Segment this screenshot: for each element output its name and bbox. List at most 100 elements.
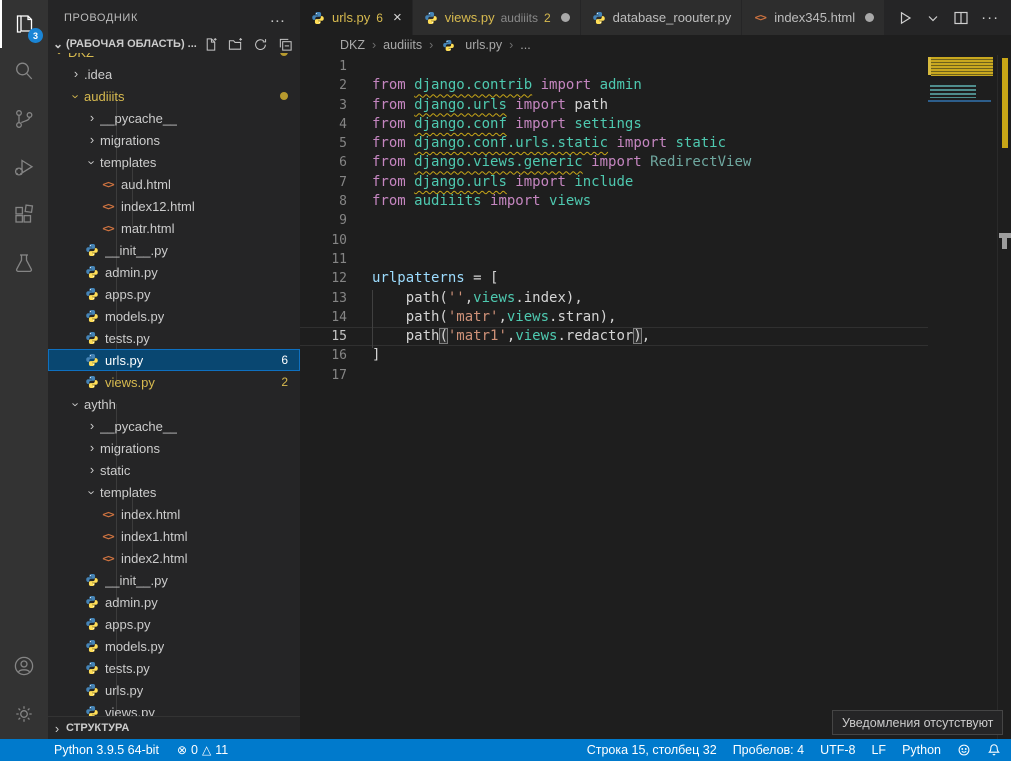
activity-item-explorer[interactable]: 3 <box>0 0 48 48</box>
tree-item-audiiits[interactable]: ›audiiits <box>48 85 300 107</box>
tab-index345.html[interactable]: <>index345.html <box>742 0 885 35</box>
minimap[interactable] <box>928 55 997 739</box>
code-line-text: from django.conf import settings <box>347 115 642 134</box>
testing-icon <box>12 251 36 278</box>
close-icon[interactable]: × <box>393 9 402 26</box>
new-folder-icon[interactable] <box>226 35 244 53</box>
refresh-icon[interactable] <box>251 35 269 53</box>
code-line-11[interactable]: 11 <box>300 250 928 269</box>
tree-item-admin.py[interactable]: admin.py <box>48 591 300 613</box>
breadcrumb: DKZ›audiiits›urls.py›... <box>300 35 1011 55</box>
tab-description: audiiits <box>501 11 538 25</box>
tree-item-__pycache__[interactable]: ›__pycache__ <box>48 415 300 437</box>
chevron-down-icon[interactable] <box>925 10 941 26</box>
tree-item-.idea[interactable]: ›.idea <box>48 63 300 85</box>
activity-item-testing[interactable] <box>0 240 48 288</box>
code-line-5[interactable]: 5from django.conf.urls.static import sta… <box>300 134 928 153</box>
tree-item-label: templates <box>100 155 156 170</box>
tree-item-templates[interactable]: ›templates <box>48 151 300 173</box>
scrollbar[interactable] <box>997 55 1011 739</box>
breadcrumb-label: DKZ <box>340 38 365 52</box>
code-line-2[interactable]: 2from django.contrib import admin <box>300 76 928 95</box>
activity-item-search[interactable] <box>0 48 48 96</box>
code-line-17[interactable]: 17 <box>300 366 928 385</box>
tree-item-tests.py[interactable]: tests.py <box>48 327 300 349</box>
activity-item-settings[interactable] <box>0 691 48 739</box>
bell-icon[interactable] <box>987 743 1001 757</box>
breadcrumb-item-audiiits[interactable]: audiiits <box>383 38 422 52</box>
language-mode-item[interactable]: Python <box>902 743 941 757</box>
code-line-3[interactable]: 3from django.urls import path <box>300 96 928 115</box>
tree-item-__init__.py[interactable]: __init__.py <box>48 569 300 591</box>
code-line-10[interactable]: 10 <box>300 231 928 250</box>
tree-item-index12.html[interactable]: <>index12.html <box>48 195 300 217</box>
tab-views.py[interactable]: views.pyaudiiits2 <box>413 0 581 35</box>
tree-item-models.py[interactable]: models.py <box>48 635 300 657</box>
tree-item-admin.py[interactable]: admin.py <box>48 261 300 283</box>
activity-item-account[interactable] <box>0 643 48 691</box>
tree-item-urls.py[interactable]: urls.py6 <box>48 349 300 371</box>
account-icon <box>12 654 36 681</box>
encoding-item[interactable]: UTF-8 <box>820 743 855 757</box>
tree-item-apps.py[interactable]: apps.py <box>48 283 300 305</box>
code-line-9[interactable]: 9 <box>300 211 928 230</box>
split-icon[interactable] <box>953 10 969 26</box>
code-line-6[interactable]: 6from django.views.generic import Redire… <box>300 153 928 172</box>
code-token: import <box>608 135 675 151</box>
breadcrumb-item-urls.py[interactable]: urls.py <box>440 37 502 53</box>
tree-item-label: matr.html <box>121 221 174 236</box>
collapse-all-icon[interactable] <box>276 35 294 53</box>
tree-item-migrations[interactable]: ›migrations <box>48 129 300 151</box>
breadcrumb-item-DKZ[interactable]: DKZ <box>340 38 365 52</box>
tree-item-urls.py[interactable]: urls.py <box>48 679 300 701</box>
tree-item-migrations[interactable]: ›migrations <box>48 437 300 459</box>
tree-item-views.py[interactable]: views.py2 <box>48 371 300 393</box>
tree-item-__pycache__[interactable]: ›__pycache__ <box>48 107 300 129</box>
code-token: , <box>642 328 650 344</box>
workspace-section-label: (РАБОЧАЯ ОБЛАСТЬ) ... <box>66 38 197 50</box>
indentation-item[interactable]: Пробелов: 4 <box>733 743 804 757</box>
tree-item-index.html[interactable]: <>index.html <box>48 503 300 525</box>
tab-database_roouter.py[interactable]: database_roouter.py <box>581 0 743 35</box>
activity-item-run-debug[interactable] <box>0 144 48 192</box>
workspace-section-header[interactable]: ⌄ (РАБОЧАЯ ОБЛАСТЬ) ... <box>48 35 300 53</box>
code-token: admin <box>600 77 642 93</box>
eol-item[interactable]: LF <box>871 743 886 757</box>
tree-item-matr.html[interactable]: <>matr.html <box>48 217 300 239</box>
tree-item-models.py[interactable]: models.py <box>48 305 300 327</box>
tree-item-aythh[interactable]: ›aythh <box>48 393 300 415</box>
outline-section-header[interactable]: › СТРУКТУРА <box>48 716 300 739</box>
code-token: views <box>473 290 515 306</box>
activity-item-extensions[interactable] <box>0 192 48 240</box>
code-line-1[interactable]: 1 <box>300 57 928 76</box>
cursor-position-item[interactable]: Строка 15, столбец 32 <box>587 743 717 757</box>
file-tree: ›DKZ›.idea›audiiits›__pycache__›migratio… <box>48 41 300 723</box>
play-icon[interactable] <box>897 10 913 26</box>
sidebar-more-actions-icon[interactable]: … <box>269 14 286 22</box>
code-line-15[interactable]: 15 path('matr1',views.redactor), <box>300 327 928 346</box>
activity-item-source-control[interactable] <box>0 96 48 144</box>
python-interpreter-item[interactable]: Python 3.9.5 64-bit <box>54 743 159 757</box>
tree-item-index2.html[interactable]: <>index2.html <box>48 547 300 569</box>
tree-item-__init__.py[interactable]: __init__.py <box>48 239 300 261</box>
feedback-icon[interactable] <box>957 743 971 757</box>
code-line-12[interactable]: 12urlpatterns = [ <box>300 269 928 288</box>
code-line-13[interactable]: 13 path('',views.index), <box>300 289 928 308</box>
tree-item-aud.html[interactable]: <>aud.html <box>48 173 300 195</box>
tab-urls.py[interactable]: urls.py6× <box>300 0 413 35</box>
code-token: from <box>372 135 414 151</box>
code-line-14[interactable]: 14 path('matr',views.stran), <box>300 308 928 327</box>
code-line-7[interactable]: 7from django.urls import include <box>300 173 928 192</box>
ellipsis-icon[interactable]: ··· <box>981 15 999 21</box>
tree-item-tests.py[interactable]: tests.py <box>48 657 300 679</box>
tree-item-index1.html[interactable]: <>index1.html <box>48 525 300 547</box>
tree-item-apps.py[interactable]: apps.py <box>48 613 300 635</box>
breadcrumb-item-...[interactable]: ... <box>520 38 530 52</box>
tree-item-templates[interactable]: ›templates <box>48 481 300 503</box>
code-line-4[interactable]: 4from django.conf import settings <box>300 115 928 134</box>
new-file-icon[interactable] <box>201 35 219 53</box>
code-line-16[interactable]: 16] <box>300 346 928 365</box>
tree-item-static[interactable]: ›static <box>48 459 300 481</box>
code-line-8[interactable]: 8from audiiits import views <box>300 192 928 211</box>
problems-item[interactable]: ⊗ 0 △ 11 <box>177 743 228 757</box>
